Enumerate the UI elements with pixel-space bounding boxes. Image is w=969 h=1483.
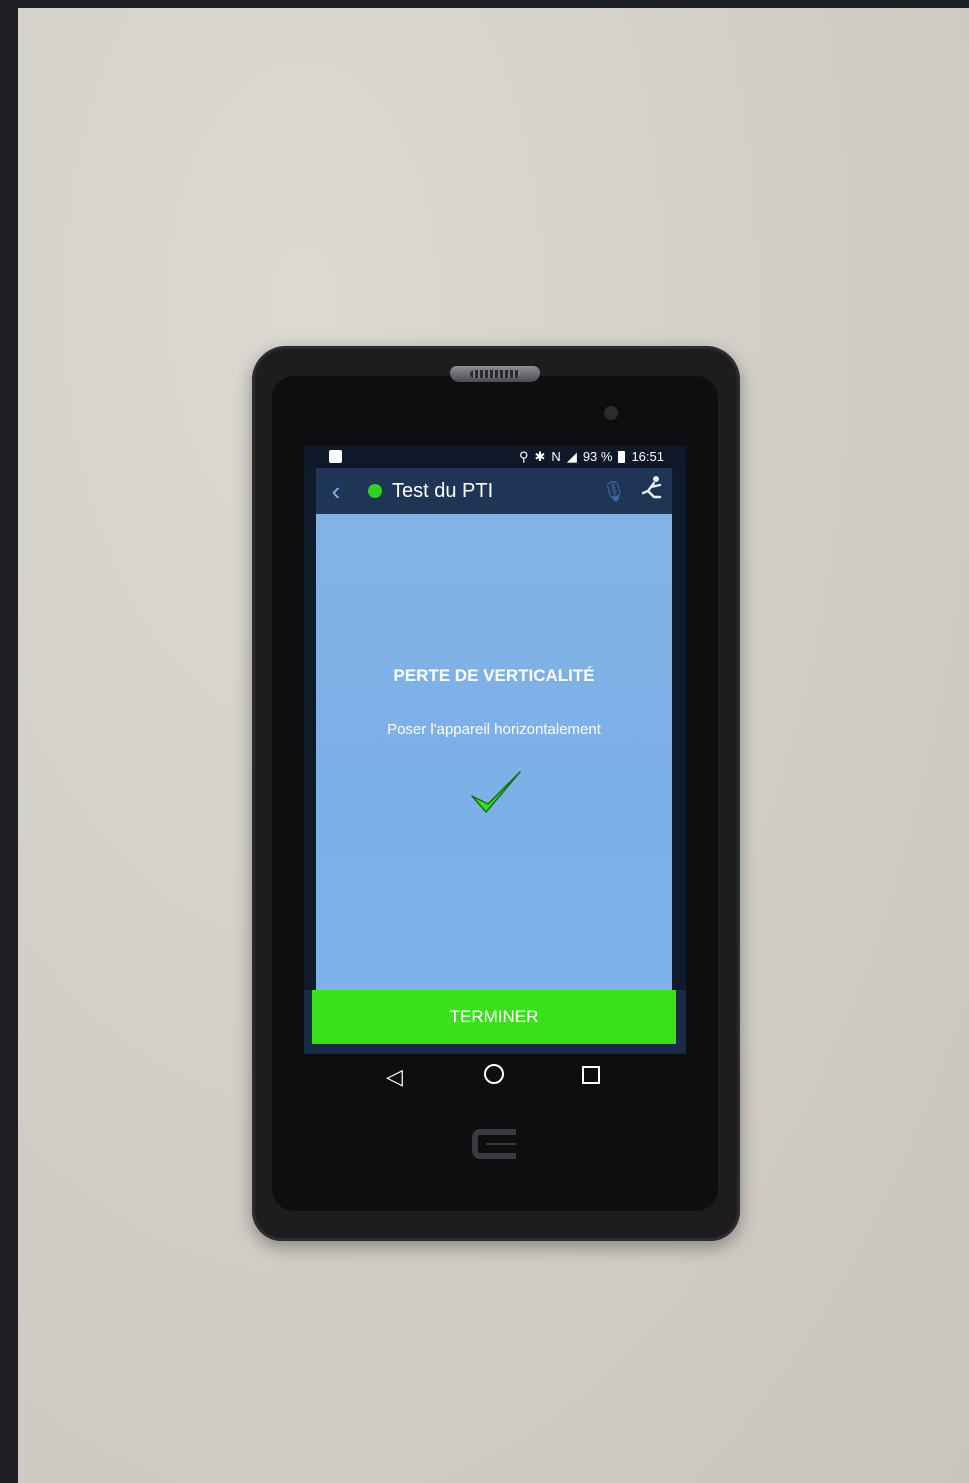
navigation-bar: ◁ bbox=[340, 1056, 650, 1096]
speaker-grill bbox=[470, 370, 520, 378]
earpiece-speaker bbox=[450, 366, 540, 382]
microphone-icon[interactable]: 🎙︎ bbox=[596, 479, 632, 504]
brand-logo bbox=[472, 1129, 516, 1159]
phone-screen: ⚲ ✱ Ν ◢ 93 % 16:51 ‹ Test du PTI 🎙︎ PERT… bbox=[304, 446, 686, 1054]
status-bar: ⚲ ✱ Ν ◢ 93 % 16:51 bbox=[304, 446, 686, 468]
app-bar: ‹ Test du PTI 🎙︎ bbox=[316, 468, 672, 514]
finish-button[interactable]: TERMINER bbox=[312, 990, 676, 1044]
man-down-icon[interactable] bbox=[632, 475, 672, 507]
front-camera bbox=[604, 406, 618, 420]
signal-4g-icon: ◢ bbox=[566, 449, 577, 464]
man-down-glyph bbox=[641, 476, 662, 499]
app-title: Test du PTI bbox=[392, 479, 494, 502]
nfc-icon: Ν bbox=[551, 449, 561, 464]
nav-recent-icon[interactable] bbox=[582, 1066, 600, 1084]
nav-back-icon[interactable]: ◁ bbox=[386, 1064, 403, 1090]
back-icon[interactable]: ‹ bbox=[316, 476, 356, 507]
battery-percent: 93 % bbox=[582, 449, 613, 464]
status-indicator bbox=[368, 484, 382, 498]
clock: 16:51 bbox=[631, 449, 664, 464]
location-icon: ⚲ bbox=[518, 449, 529, 464]
check-icon bbox=[471, 771, 521, 813]
test-title: PERTE DE VERTICALITÉ bbox=[393, 666, 595, 685]
battery-icon bbox=[618, 451, 626, 463]
status-right-group: ⚲ ✱ Ν ◢ 93 % 16:51 bbox=[519, 449, 664, 465]
bluetooth-icon: ✱ bbox=[534, 449, 546, 464]
test-content: PERTE DE VERTICALITÉ Poser l'appareil ho… bbox=[316, 514, 672, 990]
image-icon bbox=[329, 450, 342, 463]
test-instruction: Poser l'appareil horizontalement bbox=[387, 721, 601, 738]
nav-home-icon[interactable] bbox=[484, 1064, 504, 1084]
footer: TERMINER bbox=[304, 990, 686, 1054]
